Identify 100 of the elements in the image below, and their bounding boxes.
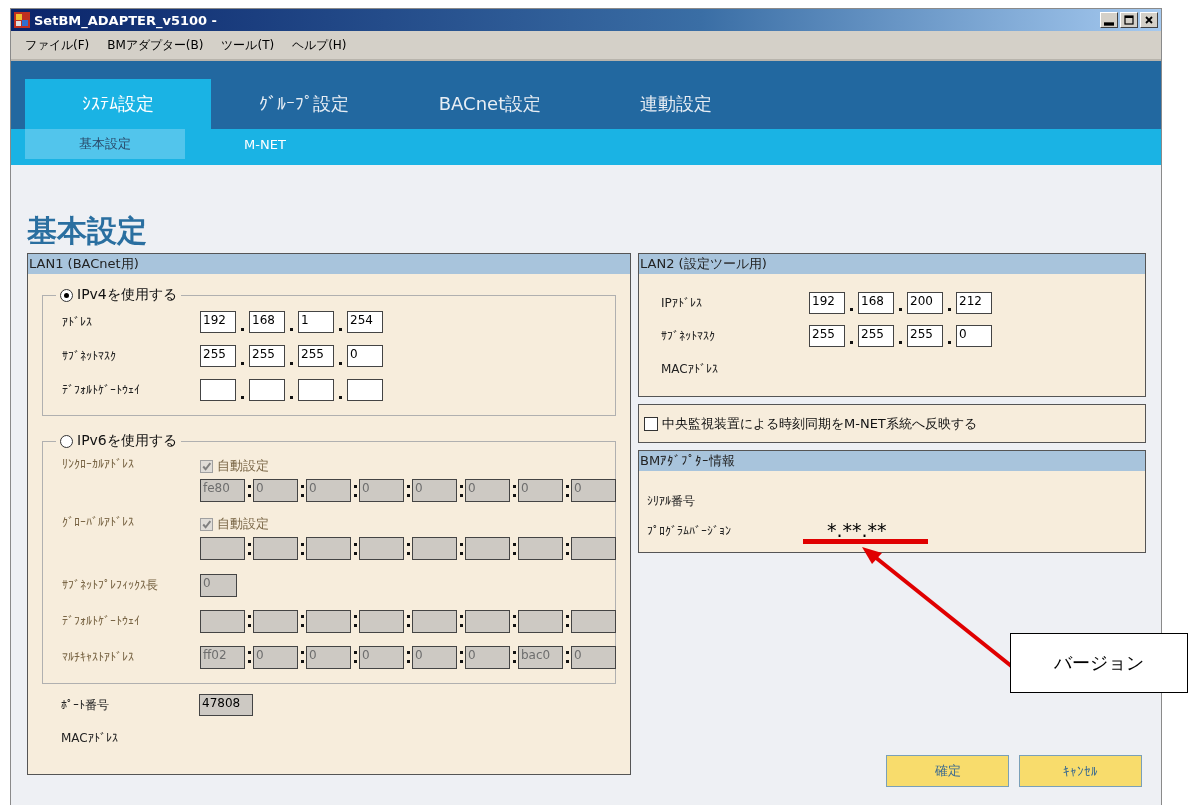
field-label: MACｱﾄﾞﾚｽ	[61, 731, 119, 745]
field-label: ｸﾞﾛｰﾊﾞﾙｱﾄﾞﾚｽ	[62, 515, 135, 529]
colon-separator-icon	[298, 542, 306, 555]
field-label: MACｱﾄﾞﾚｽ	[661, 361, 719, 376]
input-field[interactable]: 255	[249, 345, 285, 367]
colon-separator-icon	[457, 615, 465, 627]
input-field[interactable]: 254	[347, 311, 383, 333]
version-value: *.**.**	[827, 519, 887, 541]
dot-separator-icon	[339, 327, 342, 331]
panel-header: LAN2 (設定ツール用)	[639, 254, 1145, 274]
menu-item[interactable]: ツール(T)	[221, 36, 275, 54]
colon-separator-icon	[457, 484, 465, 497]
colon-separator-icon	[563, 651, 571, 663]
dot-separator-icon	[850, 341, 853, 344]
field-label: ｻﾌﾞﾈｯﾄﾏｽｸ	[661, 328, 716, 343]
colon-separator-icon	[351, 484, 359, 497]
menu-item[interactable]: BMアダプター(B)	[107, 36, 204, 54]
menu-item[interactable]: ヘルプ(H)	[292, 36, 347, 54]
input-field[interactable]: 255	[200, 345, 236, 367]
colon-separator-icon	[245, 542, 253, 555]
minimize-button[interactable]	[1100, 12, 1118, 28]
input-field[interactable]: 192	[200, 311, 236, 333]
colon-separator-icon	[404, 484, 412, 497]
input-field[interactable]: 168	[858, 291, 894, 314]
field-label: ｼﾘｱﾙ番号	[647, 492, 696, 510]
colon-separator-icon	[510, 484, 518, 497]
colon-separator-icon	[404, 542, 412, 555]
input-field[interactable]: 212	[956, 291, 992, 314]
dot-separator-icon	[899, 341, 902, 344]
input-field[interactable]: 47808	[199, 694, 253, 716]
colon-separator-icon	[510, 542, 518, 555]
input-field[interactable]	[347, 379, 383, 401]
dot-separator-icon	[290, 395, 293, 399]
colon-separator-icon	[563, 542, 571, 555]
input-field[interactable]: 0	[956, 324, 992, 347]
input-field[interactable]: 192	[809, 291, 845, 314]
colon-separator-icon	[298, 484, 306, 497]
dot-separator-icon	[339, 361, 342, 365]
colon-separator-icon	[510, 615, 518, 627]
colon-separator-icon	[298, 615, 306, 627]
colon-separator-icon	[563, 615, 571, 627]
checkbox-label: 自動設定	[217, 457, 269, 475]
callout-label: バージョン	[1010, 633, 1188, 693]
field-label: ｻﾌﾞﾈｯﾄﾌﾟﾚﾌｨｯｸｽ長	[62, 576, 159, 594]
colon-separator-icon	[351, 615, 359, 627]
panel-header: BMｱﾀﾞﾌﾟﾀｰ情報	[639, 451, 1145, 471]
dot-separator-icon	[948, 308, 951, 311]
radio-label: IPv4を使用する	[77, 286, 177, 304]
input-field[interactable]	[249, 379, 285, 401]
page-heading: 基本設定	[27, 213, 148, 249]
dialog-button[interactable]: ｷｬﾝｾﾙ	[1019, 755, 1142, 787]
input-field[interactable]: 200	[907, 291, 943, 314]
dot-separator-icon	[241, 395, 244, 399]
close-icon	[1144, 15, 1154, 25]
field-label: ﾏﾙﾁｷｬｽﾄｱﾄﾞﾚｽ	[62, 650, 135, 664]
colon-separator-icon	[245, 651, 253, 663]
colon-separator-icon	[351, 542, 359, 555]
menu-item[interactable]: ファイル(F)	[25, 36, 90, 54]
field-label: ﾎﾟｰﾄ番号	[61, 696, 110, 714]
field-label: IPｱﾄﾞﾚｽ	[661, 295, 703, 310]
panel-header: LAN1 (BACnet用)	[28, 254, 630, 274]
field-label: ﾃﾞﾌｫﾙﾄｹﾞｰﾄｳｪｲ	[62, 383, 141, 397]
dialog-button[interactable]: 確定	[886, 755, 1009, 787]
input-field[interactable]: 1	[298, 311, 334, 333]
colon-separator-icon	[245, 615, 253, 627]
colon-separator-icon	[457, 542, 465, 555]
checkbox[interactable]	[644, 416, 658, 431]
dot-separator-icon	[241, 361, 244, 365]
dot-separator-icon	[339, 395, 342, 399]
colon-separator-icon	[245, 484, 253, 497]
input-field[interactable]: 255	[809, 324, 845, 347]
tab[interactable]: ｸﾞﾙｰﾌﾟ設定	[211, 79, 397, 129]
input-field[interactable]	[200, 379, 236, 401]
input-field[interactable]: 255	[858, 324, 894, 347]
checkbox-label: 自動設定	[217, 515, 269, 533]
tab[interactable]: 連動設定	[583, 79, 769, 129]
input-field[interactable]	[298, 379, 334, 401]
dot-separator-icon	[241, 327, 244, 331]
close-button[interactable]	[1140, 12, 1158, 28]
input-field[interactable]: 0	[347, 345, 383, 367]
dot-separator-icon	[290, 361, 293, 365]
colon-separator-icon	[351, 651, 359, 663]
radio-label: IPv6を使用する	[77, 432, 177, 450]
dot-separator-icon	[850, 308, 853, 311]
field-label: ｱﾄﾞﾚｽ	[62, 315, 93, 329]
checkbox-label: 中央監視装置による時刻同期をM-NET系統へ反映する	[662, 414, 977, 433]
maximize-icon	[1124, 15, 1134, 25]
minimize-icon	[1104, 19, 1114, 29]
dot-separator-icon	[899, 308, 902, 311]
radio-button[interactable]	[60, 288, 73, 302]
input-field[interactable]: 255	[907, 324, 943, 347]
field-label: ﾃﾞﾌｫﾙﾄｹﾞｰﾄｳｪｲ	[62, 614, 141, 628]
input-field[interactable]: 168	[249, 311, 285, 333]
dot-separator-icon	[290, 327, 293, 331]
input-field[interactable]: 255	[298, 345, 334, 367]
colon-separator-icon	[404, 615, 412, 627]
tab[interactable]: BACnet設定	[397, 79, 583, 129]
dot-separator-icon	[948, 341, 951, 344]
subtab[interactable]: 基本設定	[25, 129, 185, 159]
maximize-button[interactable]	[1120, 12, 1138, 28]
